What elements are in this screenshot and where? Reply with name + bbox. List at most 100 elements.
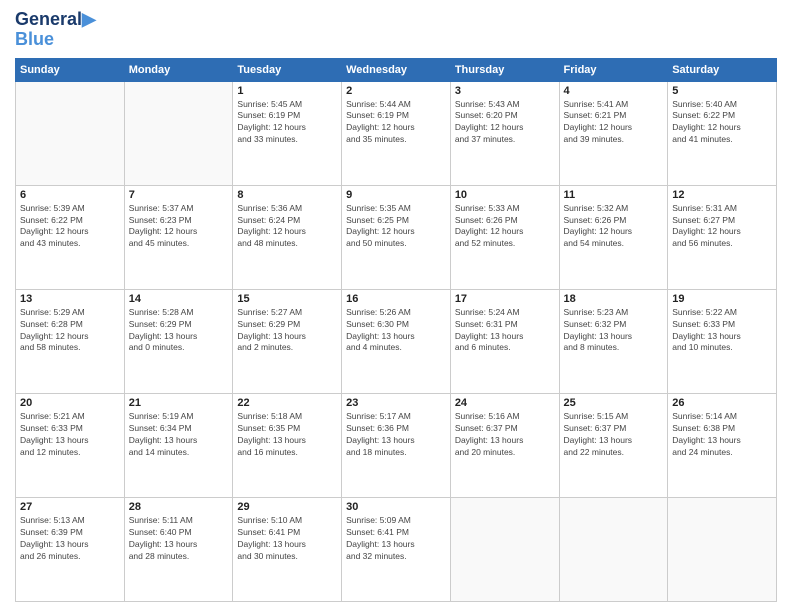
day-info: Sunrise: 5:33 AMSunset: 6:26 PMDaylight:…: [455, 203, 555, 251]
day-info: Sunrise: 5:35 AMSunset: 6:25 PMDaylight:…: [346, 203, 446, 251]
day-info: Sunrise: 5:40 AMSunset: 6:22 PMDaylight:…: [672, 99, 772, 147]
day-info: Sunrise: 5:16 AMSunset: 6:37 PMDaylight:…: [455, 411, 555, 459]
calendar-cell: 26 Sunrise: 5:14 AMSunset: 6:38 PMDayligh…: [668, 393, 777, 497]
calendar-cell: 14 Sunrise: 5:28 AMSunset: 6:29 PMDayligh…: [124, 289, 233, 393]
calendar-cell: 7 Sunrise: 5:37 AMSunset: 6:23 PMDaylight…: [124, 185, 233, 289]
day-number: 24: [455, 397, 555, 409]
day-header-friday: Friday: [559, 58, 668, 81]
day-number: 21: [129, 397, 229, 409]
calendar-cell: 13 Sunrise: 5:29 AMSunset: 6:28 PMDayligh…: [16, 289, 125, 393]
calendar-cell: 6Sunrise: 5:39 AMSunset: 6:22 PMDaylight…: [16, 185, 125, 289]
day-number: 27: [20, 501, 120, 513]
day-number: 30: [346, 501, 446, 513]
day-number: 1: [237, 85, 337, 97]
calendar-cell: 10 Sunrise: 5:33 AMSunset: 6:26 PMDayligh…: [450, 185, 559, 289]
day-header-wednesday: Wednesday: [342, 58, 451, 81]
day-header-sunday: Sunday: [16, 58, 125, 81]
day-number: 11: [564, 189, 664, 201]
day-info: Sunrise: 5:09 AMSunset: 6:41 PMDaylight:…: [346, 515, 446, 563]
day-header-row: SundayMondayTuesdayWednesdayThursdayFrid…: [16, 58, 777, 81]
day-number: 9: [346, 189, 446, 201]
day-number: 8: [237, 189, 337, 201]
day-info: Sunrise: 5:21 AMSunset: 6:33 PMDaylight:…: [20, 411, 120, 459]
day-info: Sunrise: 5:37 AMSunset: 6:23 PMDaylight:…: [129, 203, 229, 251]
calendar-cell: 22 Sunrise: 5:18 AMSunset: 6:35 PMDayligh…: [233, 393, 342, 497]
calendar-cell: 5 Sunrise: 5:40 AMSunset: 6:22 PMDaylight…: [668, 81, 777, 185]
day-header-saturday: Saturday: [668, 58, 777, 81]
week-row-2: 6Sunrise: 5:39 AMSunset: 6:22 PMDaylight…: [16, 185, 777, 289]
calendar-cell: 25Sunrise: 5:15 AMSunset: 6:37 PMDayligh…: [559, 393, 668, 497]
calendar-cell: 23 Sunrise: 5:17 AMSunset: 6:36 PMDayligh…: [342, 393, 451, 497]
day-number: 23: [346, 397, 446, 409]
calendar-cell: 4 Sunrise: 5:41 AMSunset: 6:21 PMDaylight…: [559, 81, 668, 185]
day-info: Sunrise: 5:32 AMSunset: 6:26 PMDaylight:…: [564, 203, 664, 251]
day-info: Sunrise: 5:31 AMSunset: 6:27 PMDaylight:…: [672, 203, 772, 251]
day-number: 10: [455, 189, 555, 201]
header: General▶ Blue: [15, 10, 777, 50]
calendar-cell: [559, 497, 668, 601]
day-number: 17: [455, 293, 555, 305]
week-row-5: 27 Sunrise: 5:13 AMSunset: 6:39 PMDayligh…: [16, 497, 777, 601]
calendar-cell: 16Sunrise: 5:26 AMSunset: 6:30 PMDayligh…: [342, 289, 451, 393]
day-info: Sunrise: 5:28 AMSunset: 6:29 PMDaylight:…: [129, 307, 229, 355]
calendar-cell: [124, 81, 233, 185]
calendar-cell: [16, 81, 125, 185]
day-info: Sunrise: 5:29 AMSunset: 6:28 PMDaylight:…: [20, 307, 120, 355]
day-number: 22: [237, 397, 337, 409]
calendar-cell: 12 Sunrise: 5:31 AMSunset: 6:27 PMDayligh…: [668, 185, 777, 289]
day-number: 14: [129, 293, 229, 305]
calendar-cell: 24 Sunrise: 5:16 AMSunset: 6:37 PMDayligh…: [450, 393, 559, 497]
day-info: Sunrise: 5:17 AMSunset: 6:36 PMDaylight:…: [346, 411, 446, 459]
day-info: Sunrise: 5:36 AMSunset: 6:24 PMDaylight:…: [237, 203, 337, 251]
day-number: 13: [20, 293, 120, 305]
day-info: Sunrise: 5:45 AMSunset: 6:19 PMDaylight:…: [237, 99, 337, 147]
week-row-4: 20 Sunrise: 5:21 AMSunset: 6:33 PMDayligh…: [16, 393, 777, 497]
day-number: 26: [672, 397, 772, 409]
day-number: 20: [20, 397, 120, 409]
day-info: Sunrise: 5:22 AMSunset: 6:33 PMDaylight:…: [672, 307, 772, 355]
week-row-3: 13 Sunrise: 5:29 AMSunset: 6:28 PMDayligh…: [16, 289, 777, 393]
day-info: Sunrise: 5:41 AMSunset: 6:21 PMDaylight:…: [564, 99, 664, 147]
day-info: Sunrise: 5:13 AMSunset: 6:39 PMDaylight:…: [20, 515, 120, 563]
calendar-cell: 9 Sunrise: 5:35 AMSunset: 6:25 PMDaylight…: [342, 185, 451, 289]
day-info: Sunrise: 5:10 AMSunset: 6:41 PMDaylight:…: [237, 515, 337, 563]
calendar-cell: 30 Sunrise: 5:09 AMSunset: 6:41 PMDayligh…: [342, 497, 451, 601]
day-number: 16: [346, 293, 446, 305]
calendar-cell: 1 Sunrise: 5:45 AMSunset: 6:19 PMDaylight…: [233, 81, 342, 185]
day-number: 5: [672, 85, 772, 97]
day-header-thursday: Thursday: [450, 58, 559, 81]
calendar-cell: 28 Sunrise: 5:11 AMSunset: 6:40 PMDayligh…: [124, 497, 233, 601]
day-number: 4: [564, 85, 664, 97]
day-number: 3: [455, 85, 555, 97]
calendar-cell: 8 Sunrise: 5:36 AMSunset: 6:24 PMDaylight…: [233, 185, 342, 289]
week-row-1: 1 Sunrise: 5:45 AMSunset: 6:19 PMDaylight…: [16, 81, 777, 185]
day-info: Sunrise: 5:24 AMSunset: 6:31 PMDaylight:…: [455, 307, 555, 355]
day-info: Sunrise: 5:14 AMSunset: 6:38 PMDaylight:…: [672, 411, 772, 459]
calendar-cell: 3 Sunrise: 5:43 AMSunset: 6:20 PMDaylight…: [450, 81, 559, 185]
calendar-table: SundayMondayTuesdayWednesdayThursdayFrid…: [15, 58, 777, 602]
day-info: Sunrise: 5:43 AMSunset: 6:20 PMDaylight:…: [455, 99, 555, 147]
day-number: 28: [129, 501, 229, 513]
day-info: Sunrise: 5:11 AMSunset: 6:40 PMDaylight:…: [129, 515, 229, 563]
day-info: Sunrise: 5:23 AMSunset: 6:32 PMDaylight:…: [564, 307, 664, 355]
day-header-monday: Monday: [124, 58, 233, 81]
calendar-cell: 27 Sunrise: 5:13 AMSunset: 6:39 PMDayligh…: [16, 497, 125, 601]
day-header-tuesday: Tuesday: [233, 58, 342, 81]
logo-text: General▶: [15, 10, 96, 30]
day-info: Sunrise: 5:18 AMSunset: 6:35 PMDaylight:…: [237, 411, 337, 459]
calendar-cell: [668, 497, 777, 601]
calendar-cell: 17 Sunrise: 5:24 AMSunset: 6:31 PMDayligh…: [450, 289, 559, 393]
day-number: 18: [564, 293, 664, 305]
calendar-cell: 19Sunrise: 5:22 AMSunset: 6:33 PMDayligh…: [668, 289, 777, 393]
calendar-cell: 18 Sunrise: 5:23 AMSunset: 6:32 PMDayligh…: [559, 289, 668, 393]
day-info: Sunrise: 5:27 AMSunset: 6:29 PMDaylight:…: [237, 307, 337, 355]
logo: General▶ Blue: [15, 10, 96, 50]
calendar-cell: 11 Sunrise: 5:32 AMSunset: 6:26 PMDayligh…: [559, 185, 668, 289]
day-number: 2: [346, 85, 446, 97]
day-info: Sunrise: 5:44 AMSunset: 6:19 PMDaylight:…: [346, 99, 446, 147]
day-number: 12: [672, 189, 772, 201]
calendar-cell: [450, 497, 559, 601]
day-number: 7: [129, 189, 229, 201]
day-number: 15: [237, 293, 337, 305]
day-number: 29: [237, 501, 337, 513]
